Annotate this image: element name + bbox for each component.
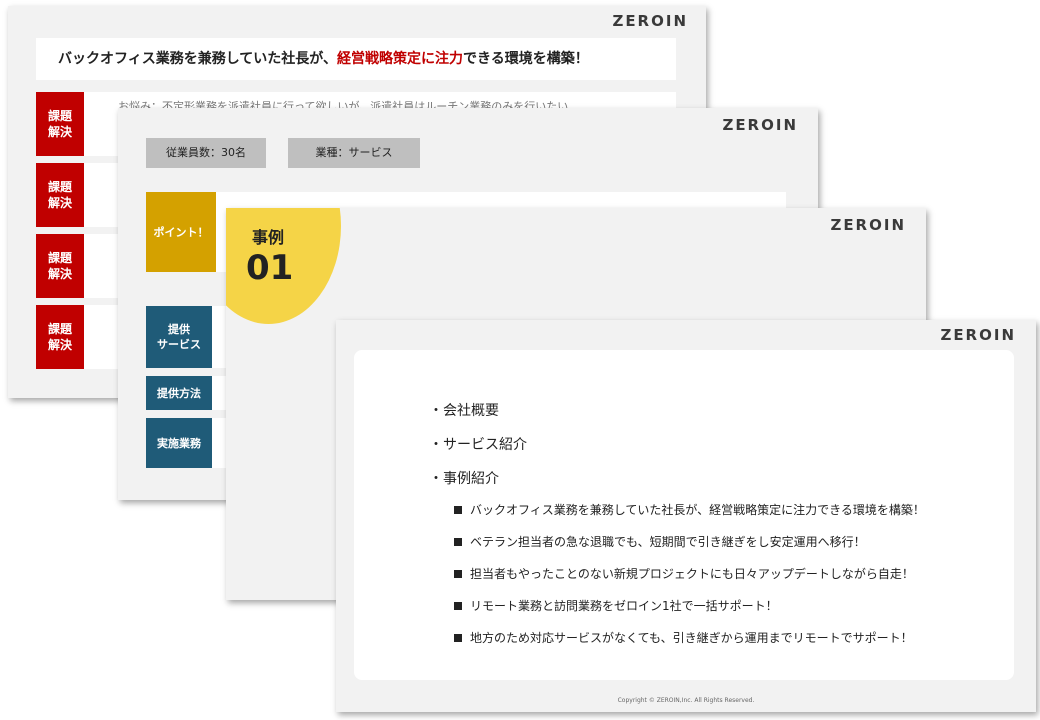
case-list-item: 担当者もやったことのない新規プロジェクトにも日々アップデートしながら自走！	[454, 565, 914, 582]
case-list-item: 地方のため対応サービスがなくても、引き継ぎから運用までリモートでサポート！	[454, 629, 913, 646]
issue-label: 課題 解決	[36, 305, 84, 369]
copyright-text: Copyright © ZEROIN,Inc. All Rights Reser…	[617, 697, 755, 704]
case-list-item: バックオフィス業務を兼務していた社長が、経営戦略策定に注力できる環境を構築！	[454, 501, 925, 518]
agenda-panel: ・会社概要 ・サービス紹介 ・事例紹介 バックオフィス業務を兼務していた社長が、…	[354, 350, 1014, 680]
work-label: 実施業務	[146, 418, 212, 468]
case-label: 事例	[252, 228, 285, 247]
zeroin-logo: ZEROIN	[612, 12, 688, 30]
case-list-item: リモート業務と訪問業務をゼロイン1社で一括サポート！	[454, 597, 778, 614]
issue-label: 課題 解決	[36, 234, 84, 298]
case-number: 01	[246, 248, 294, 288]
headline-text: バックオフィス業務を兼務していた社長が、	[58, 51, 338, 67]
service-label: 提供 サービス	[146, 306, 212, 368]
industry-tag: 業種：サービス	[288, 138, 420, 168]
square-bullet-icon	[454, 601, 462, 610]
square-bullet-icon	[454, 505, 462, 514]
headline-text-end: できる環境を構築！	[463, 51, 589, 67]
slide-agenda[interactable]: ZEROIN ・会社概要 ・サービス紹介 ・事例紹介 バックオフィス業務を兼務し…	[336, 320, 1036, 712]
square-bullet-icon	[454, 537, 462, 546]
point-label: ポイント！	[146, 192, 216, 272]
zeroin-logo: ZEROIN	[722, 116, 798, 134]
agenda-item-cases: ・事例紹介	[429, 471, 499, 487]
issue-label: 課題 解決	[36, 92, 84, 156]
zeroin-logo: ZEROIN	[830, 216, 906, 234]
square-bullet-icon	[454, 569, 462, 578]
slide-headline: バックオフィス業務を兼務していた社長が、経営戦略策定に注力できる環境を構築！	[36, 38, 676, 80]
case-list-item: ベテラン担当者の急な退職でも、短期間で引き継ぎをし安定運用へ移行！	[454, 533, 866, 550]
zeroin-logo: ZEROIN	[940, 326, 1016, 344]
employee-count-tag: 従業員数：30名	[146, 138, 266, 168]
square-bullet-icon	[454, 633, 462, 642]
headline-highlight: 経営戦略策定に注力	[337, 51, 464, 67]
method-label: 提供方法	[146, 376, 212, 410]
agenda-item-service: ・サービス紹介	[429, 437, 527, 453]
agenda-item-company: ・会社概要	[429, 403, 499, 419]
issue-label: 課題 解決	[36, 163, 84, 227]
